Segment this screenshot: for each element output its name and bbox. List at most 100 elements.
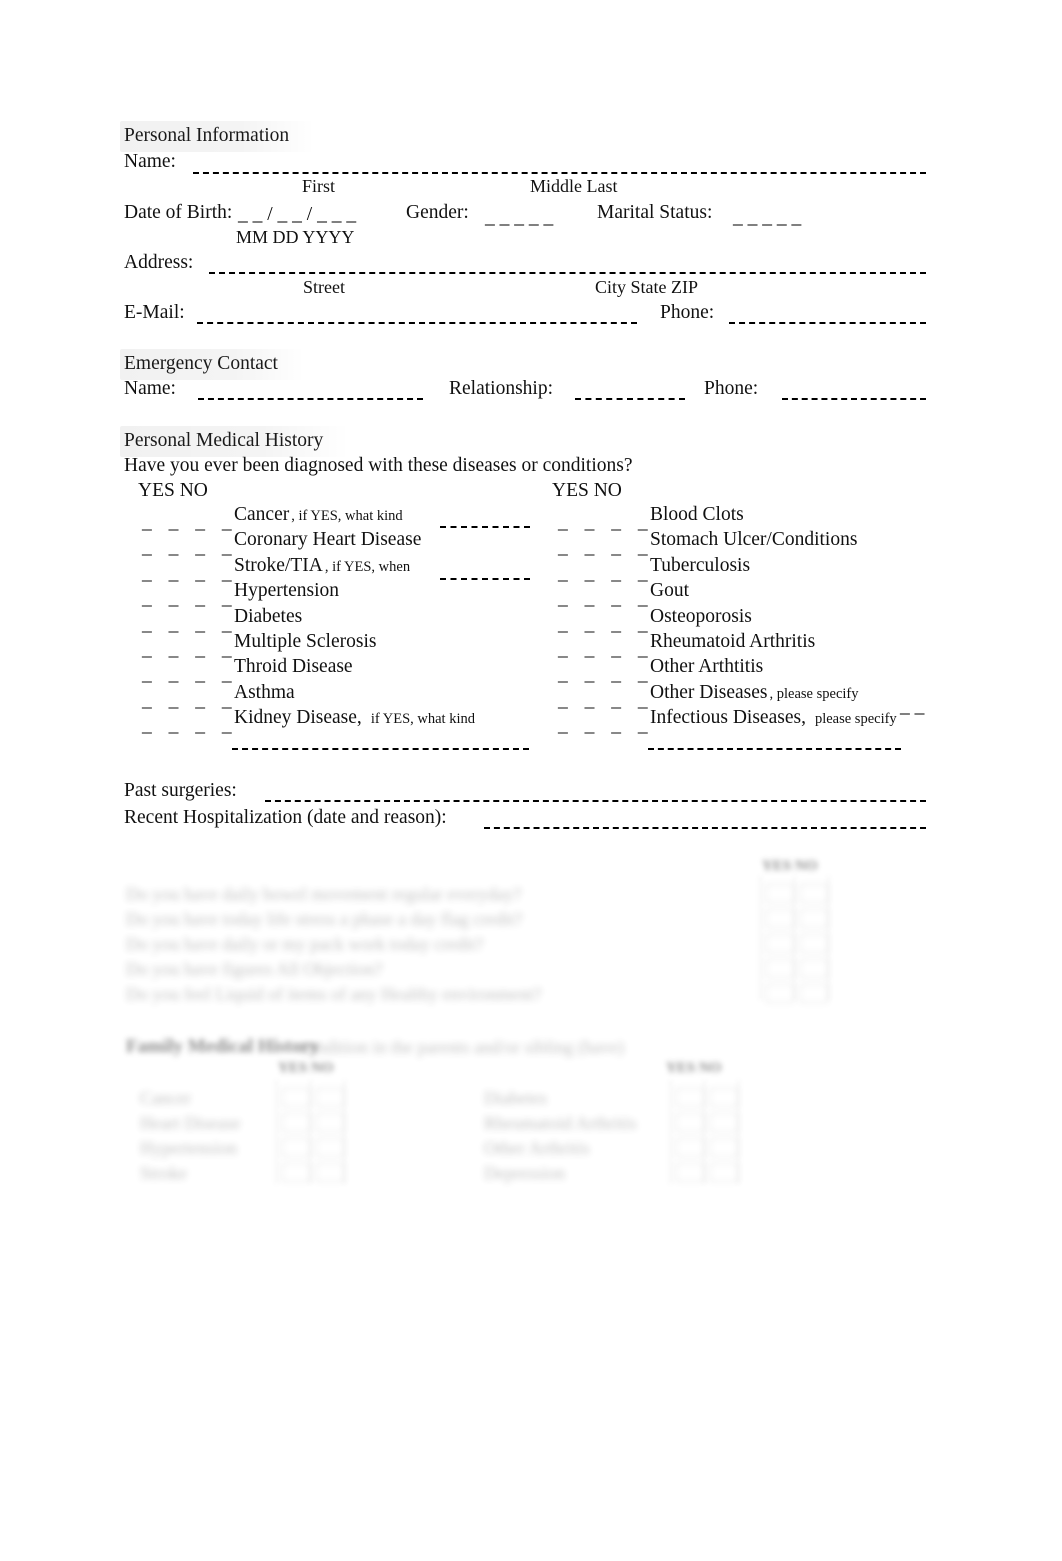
condition-checkbox-right-6[interactable]: _ _ _ _ — [558, 665, 654, 685]
condition-label-left-0: Cancer, if YES, what kind — [234, 505, 403, 525]
condition-name: Tuberculosis — [650, 554, 751, 576]
marital-status-input[interactable]: _ _ _ _ _ — [733, 208, 801, 228]
faded-lifestyle-checkbox-2-1[interactable] — [800, 934, 828, 953]
gender-input[interactable]: _ _ _ _ _ — [485, 208, 553, 228]
phone-input-line[interactable] — [729, 322, 926, 324]
emergency-relationship-input-line[interactable] — [575, 398, 685, 400]
faded-family-checkbox-left-0-1[interactable] — [316, 1088, 344, 1107]
faded-lifestyle-checkbox-1-1[interactable] — [800, 909, 828, 928]
cancer-what-kind-line[interactable] — [440, 526, 530, 528]
faded-family-checkbox-left-1-1[interactable] — [316, 1113, 344, 1132]
condition-checkbox-left-1[interactable]: _ _ _ _ — [142, 538, 238, 558]
faded-family-yes-no-header-left: YES NO — [278, 1060, 334, 1076]
condition-checkbox-left-5[interactable]: _ _ _ _ — [142, 640, 238, 660]
faded-family-checkbox-left-0-0[interactable] — [282, 1088, 310, 1107]
faded-family-condition-right-1: Rheumatoid Arthritis — [484, 1113, 637, 1133]
faded-lifestyle-checkbox-3-0[interactable] — [766, 959, 794, 978]
condition-label-right-7: Other Diseases, please specify — [650, 683, 859, 703]
faded-family-checkbox-left-3-1[interactable] — [316, 1163, 344, 1182]
faded-family-checkbox-left-2-0[interactable] — [282, 1138, 310, 1157]
gender-label: Gender: — [406, 202, 469, 223]
condition-name: Coronary Heart Disease — [234, 529, 422, 551]
faded-family-condition-right-2: Other Arthritis — [484, 1138, 590, 1158]
address-sublabel-street: Street — [303, 277, 345, 297]
faded-family-checkbox-right-1-1[interactable] — [710, 1113, 738, 1132]
condition-checkbox-right-3[interactable]: _ _ _ _ — [558, 589, 654, 609]
form-page: Personal Information Name: First Middle … — [0, 0, 1062, 1561]
recent-hospitalization-input-line[interactable] — [484, 827, 926, 829]
kidney-disease-specify-line[interactable] — [232, 748, 529, 750]
condition-checkbox-left-7[interactable]: _ _ _ _ — [142, 691, 238, 711]
emergency-name-input-line[interactable] — [198, 398, 423, 400]
faded-lifestyle-question-2: Do you have daily or my pack work today … — [126, 934, 484, 954]
section-heading-personal-medical-history: Personal Medical History — [119, 426, 350, 456]
past-surgeries-input-line[interactable] — [265, 800, 926, 802]
condition-checkbox-left-2[interactable]: _ _ _ _ — [142, 564, 238, 584]
condition-name: Gout — [650, 580, 689, 602]
faded-family-divider-right-2 — [738, 1080, 739, 1184]
faded-lifestyle-question-1: Do you have today life stress a phase a … — [126, 909, 523, 929]
phone-label: Phone: — [660, 302, 715, 323]
faded-family-checkbox-right-1-0[interactable] — [676, 1113, 704, 1132]
condition-checkbox-right-8[interactable]: _ _ _ _ — [558, 716, 654, 736]
condition-label-right-5: Rheumatoid Arthritis — [650, 632, 815, 652]
faded-family-checkbox-left-2-1[interactable] — [316, 1138, 344, 1157]
condition-name: Stroke/TIA — [234, 554, 323, 576]
faded-family-checkbox-left-1-0[interactable] — [282, 1113, 310, 1132]
date-of-birth-input[interactable]: _ _ / _ _ / _ _ _ — [238, 205, 356, 225]
email-label: E-Mail: — [124, 302, 185, 323]
condition-label-left-2: Stroke/TIA, if YES, when — [234, 556, 410, 576]
faded-family-checkbox-right-0-0[interactable] — [676, 1088, 704, 1107]
faded-family-checkbox-right-0-1[interactable] — [710, 1088, 738, 1107]
faded-lifestyle-checkbox-1-0[interactable] — [766, 909, 794, 928]
faded-lifestyle-checkbox-2-0[interactable] — [766, 934, 794, 953]
email-input-line[interactable] — [197, 322, 637, 324]
condition-checkbox-left-4[interactable]: _ _ _ _ — [142, 615, 238, 635]
faded-lifestyle-checkbox-0-1[interactable] — [800, 884, 828, 903]
condition-label-left-4: Diabetes — [234, 606, 302, 627]
condition-checkbox-right-4[interactable]: _ _ _ _ — [558, 615, 654, 635]
address-input-line[interactable] — [209, 272, 926, 274]
faded-family-checkbox-left-3-0[interactable] — [282, 1163, 310, 1182]
name-label: Name: — [124, 151, 176, 172]
faded-family-checkbox-right-3-1[interactable] — [710, 1163, 738, 1182]
emergency-phone-input-line[interactable] — [782, 398, 926, 400]
faded-lifestyle-question-3: Do you have figures All Objection? — [126, 959, 383, 979]
faded-lifestyle-table-divider-2 — [828, 876, 829, 1000]
faded-lifestyle-checkbox-4-0[interactable] — [766, 984, 794, 1003]
yes-no-header-left: YES NO — [138, 480, 208, 501]
condition-checkbox-right-7[interactable]: _ _ _ _ — [558, 691, 654, 711]
section-heading-personal-information: Personal Information — [119, 121, 316, 151]
condition-checkbox-left-8[interactable]: _ _ _ _ — [142, 716, 238, 736]
condition-checkbox-right-5[interactable]: _ _ _ _ — [558, 640, 654, 660]
condition-checkbox-right-2[interactable]: _ _ _ _ — [558, 564, 654, 584]
faded-family-condition-left-0: Cancer — [140, 1088, 191, 1108]
condition-checkbox-left-6[interactable]: _ _ _ _ — [142, 665, 238, 685]
condition-name: Cancer — [234, 504, 290, 525]
condition-checkbox-right-0[interactable]: _ _ _ _ — [558, 513, 654, 533]
faded-lifestyle-checkbox-4-1[interactable] — [800, 984, 828, 1003]
recent-hospitalization-label: Recent Hospitalization (date and reason)… — [124, 807, 447, 828]
faded-lifestyle-checkbox-3-1[interactable] — [800, 959, 828, 978]
faded-family-condition-left-3: Stroke — [140, 1163, 187, 1183]
faded-family-divider-right-0 — [670, 1080, 671, 1184]
faded-family-checkbox-right-2-1[interactable] — [710, 1138, 738, 1157]
condition-checkbox-left-0[interactable]: _ _ _ _ — [142, 513, 238, 533]
name-sublabel-first: First — [302, 176, 336, 196]
condition-name: Blood Clots — [650, 504, 744, 525]
condition-note: please specify — [814, 711, 897, 728]
faded-family-checkbox-right-2-0[interactable] — [676, 1138, 704, 1157]
faded-lifestyle-question-0: Do you have daily bowel movement regular… — [126, 884, 522, 904]
condition-checkbox-left-3[interactable]: _ _ _ _ — [142, 589, 238, 609]
condition-name: Other Diseases — [650, 681, 768, 703]
other-diseases-specify-short-blank[interactable]: _ _ — [900, 697, 924, 717]
name-input-line[interactable] — [193, 172, 926, 174]
condition-label-left-5: Multiple Sclerosis — [234, 632, 376, 652]
condition-checkbox-right-1[interactable]: _ _ _ _ — [558, 538, 654, 558]
faded-family-checkbox-right-3-0[interactable] — [676, 1163, 704, 1182]
name-sublabel-middle-last: Middle Last — [530, 176, 618, 196]
faded-family-divider-left-2 — [344, 1080, 345, 1184]
stroke-when-line[interactable] — [440, 578, 530, 580]
faded-lifestyle-checkbox-0-0[interactable] — [766, 884, 794, 903]
infectious-diseases-specify-line[interactable] — [648, 748, 901, 750]
